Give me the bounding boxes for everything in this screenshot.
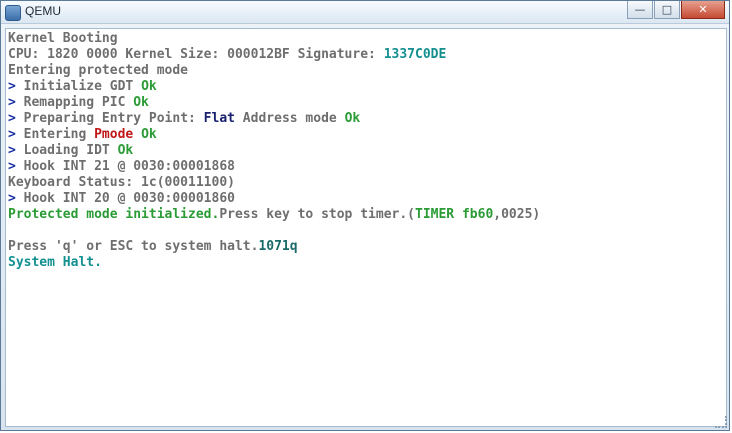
signature-value: 1337C0DE [383, 47, 447, 62]
console-line: Keyboard Status: 1c(00011100) [8, 175, 726, 191]
prompt-marker: > [8, 79, 16, 94]
step-text: Remapping PIC [15, 95, 134, 110]
console-line: System Halt. [8, 255, 726, 271]
pmode-initialized-text: Protected mode initialized. [8, 207, 220, 222]
protected-mode-text: Entering protected mode [8, 63, 189, 78]
flat-label: Flat [203, 111, 235, 126]
window-title: QEMU [25, 4, 61, 18]
console-line: > Remapping PIC Ok [8, 95, 726, 111]
qemu-app-icon [5, 5, 21, 21]
console-line: Press 'q' or ESC to system halt.1071q [8, 239, 726, 255]
prompt-marker: > [8, 143, 16, 158]
close-button[interactable]: ✕ [681, 1, 725, 19]
prompt-marker: > [8, 191, 16, 206]
prompt-marker: > [8, 95, 16, 110]
maximize-button[interactable]: □ [654, 1, 680, 19]
prompt-marker: > [8, 159, 16, 174]
console-line: Protected mode initialized.Press key to … [8, 207, 726, 223]
console-line: Kernel Booting [8, 31, 726, 47]
keypress-echo: 1071q [258, 239, 298, 254]
boot-text: Kernel Booting [8, 31, 118, 46]
prompt-marker: > [8, 111, 16, 126]
prompt-marker: > [8, 127, 16, 142]
ok-status: Ok [141, 79, 157, 94]
console-screen[interactable]: Kernel Booting CPU: 1820 0000 Kernel Siz… [5, 28, 727, 427]
ok-status: Ok [133, 95, 149, 110]
console-line: Entering protected mode [8, 63, 726, 79]
pmode-label: Pmode [94, 127, 134, 142]
system-halt-text: System Halt. [8, 255, 102, 270]
step-text: Address mode [234, 111, 345, 126]
hook-text: Hook INT 21 @ 0030:00001868 [15, 159, 235, 174]
step-text: Loading IDT [15, 143, 118, 158]
resize-grip[interactable] [715, 416, 727, 428]
hook-text: Hook INT 20 @ 0030:00001860 [15, 191, 235, 206]
console-line: > Hook INT 21 @ 0030:00001868 [8, 159, 726, 175]
stop-timer-text: Press key to stop timer.( [219, 207, 415, 222]
ok-status: Ok [141, 127, 157, 142]
qemu-window: QEMU — □ ✕ Kernel Booting CPU: 1820 0000… [0, 0, 730, 431]
timer-tail: ,0025) [493, 207, 541, 222]
minimize-button[interactable]: — [627, 1, 653, 19]
console-line: > Loading IDT Ok [8, 143, 726, 159]
console-line: CPU: 1820 0000 Kernel Size: 000012BF Sig… [8, 47, 726, 63]
title-bar[interactable]: QEMU — □ ✕ [1, 1, 729, 24]
timer-value: TIMER fb60 [415, 207, 494, 222]
step-text: Preparing Entry Point: [15, 111, 204, 126]
kernel-info-text: CPU: 1820 0000 Kernel Size: 000012BF Sig… [8, 47, 384, 62]
console-line: > Entering Pmode Ok [8, 127, 726, 143]
halt-prompt-text: Press 'q' or ESC to system halt. [8, 239, 259, 254]
console-line: > Hook INT 20 @ 0030:00001860 [8, 191, 726, 207]
step-text: Initialize GDT [15, 79, 142, 94]
console-line: > Preparing Entry Point: Flat Address mo… [8, 111, 726, 127]
step-text: Entering [15, 127, 95, 142]
keyboard-status-text: Keyboard Status: 1c(00011100) [8, 175, 235, 190]
console-line: > Initialize GDT Ok [8, 79, 726, 95]
window-controls: — □ ✕ [626, 1, 725, 21]
ok-status: Ok [117, 143, 134, 158]
ok-status: Ok [344, 111, 361, 126]
